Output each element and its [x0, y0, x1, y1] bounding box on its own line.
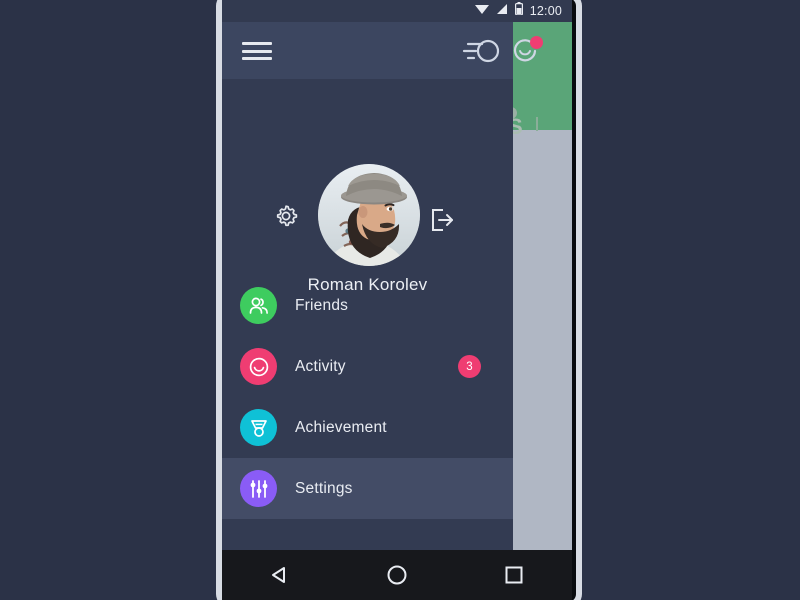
back-triangle-icon[interactable]: [245, 550, 315, 600]
app-toolbar: [222, 22, 543, 79]
friends-icon: [240, 287, 277, 324]
menu-item-friends[interactable]: Friends: [222, 275, 513, 336]
notification-badge-dot: [530, 36, 543, 49]
recents-square-icon[interactable]: [479, 550, 549, 600]
phone-screen: S 12:00 Roman Korolev Friends Activity 3…: [222, 0, 572, 600]
menu-item-label: Settings: [295, 479, 353, 497]
background-header-divider: [536, 117, 538, 131]
profile-section: Roman Korolev: [222, 79, 513, 294]
hamburger-menu-icon[interactable]: [242, 42, 272, 60]
status-time: 12:00: [529, 4, 562, 18]
speed-dial-icon[interactable]: [462, 38, 500, 69]
sliders-icon: [240, 470, 277, 507]
smiley-icon: [240, 348, 277, 385]
menu-item-label: Achievement: [295, 418, 387, 436]
logout-icon[interactable]: [429, 207, 455, 238]
navigation-drawer: Roman Korolev Friends Activity 3 Achieve…: [222, 22, 543, 550]
page-root: S 12:00 Roman Korolev Friends Activity 3…: [0, 0, 800, 600]
menu-item-settings[interactable]: Settings: [222, 458, 513, 519]
menu-item-activity[interactable]: Activity 3: [222, 336, 513, 397]
status-bar: 12:00: [222, 0, 572, 22]
home-circle-icon[interactable]: [362, 550, 432, 600]
avatar[interactable]: [318, 164, 420, 266]
battery-icon: [514, 2, 523, 20]
menu-item-label: Activity: [295, 357, 346, 375]
menu-item-label: Friends: [295, 296, 349, 314]
wifi-icon: [474, 2, 489, 20]
menu-item-badge: 3: [458, 355, 481, 378]
gear-icon[interactable]: [273, 203, 299, 234]
signal-icon: [496, 2, 508, 20]
android-nav-bar: [222, 550, 572, 600]
menu-item-achievement[interactable]: Achievement: [222, 397, 513, 458]
drawer-menu: Friends Activity 3 Achievement Settings: [222, 275, 513, 519]
medal-icon: [240, 409, 277, 446]
